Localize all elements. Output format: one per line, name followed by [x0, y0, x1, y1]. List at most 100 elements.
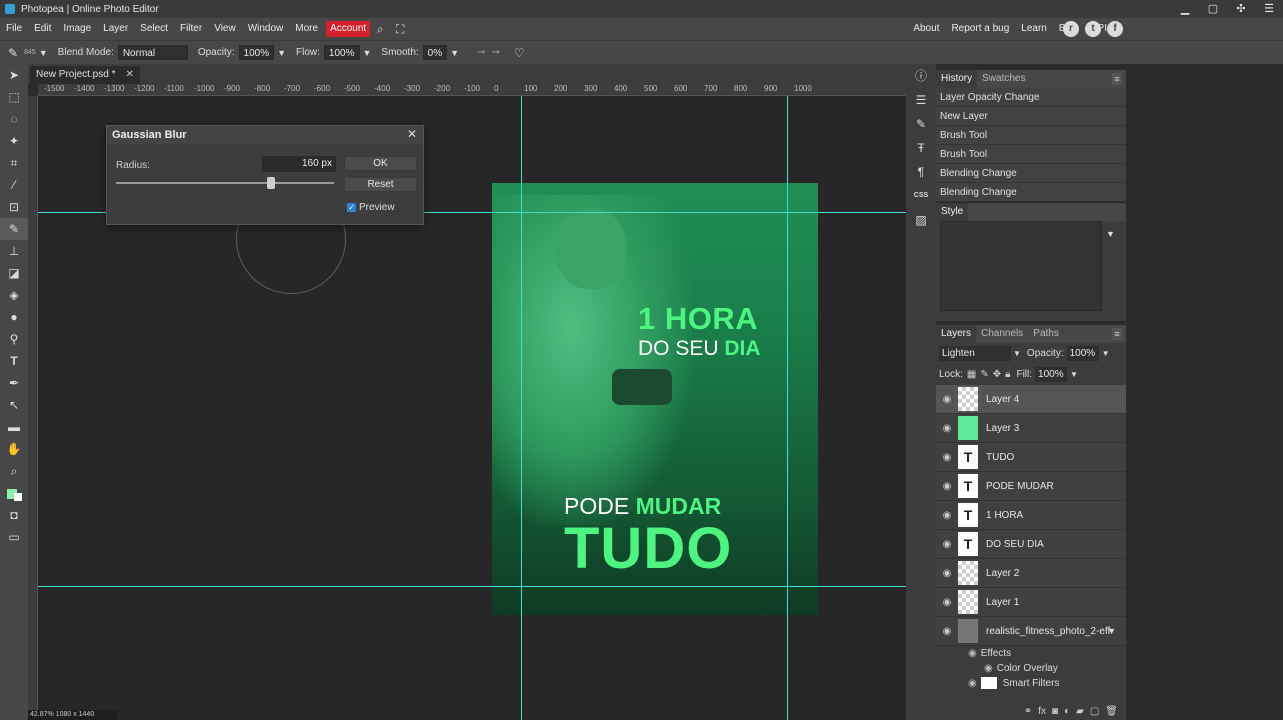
- panel-menu-icon[interactable]: ≡: [1112, 73, 1122, 85]
- history-item[interactable]: Brush Tool: [936, 145, 1126, 164]
- eyedropper-tool-icon[interactable]: ⁄: [0, 174, 28, 196]
- style-dropdown-caret-icon[interactable]: ▼: [1106, 229, 1115, 239]
- history-item[interactable]: Blending Change: [936, 183, 1126, 202]
- restore-icon[interactable]: ▢: [1199, 0, 1227, 18]
- delete-layer-icon[interactable]: 🗑︎: [1105, 704, 1118, 720]
- ruler-left[interactable]: [28, 96, 38, 720]
- layer-row-layer-4[interactable]: ◉ Layer 4: [936, 385, 1126, 414]
- tab-history[interactable]: History: [936, 70, 978, 88]
- pressure-opacity-icon[interactable]: ⊸: [477, 47, 485, 58]
- history-item[interactable]: Layer Opacity Change: [936, 88, 1126, 107]
- ok-button[interactable]: OK: [344, 156, 417, 171]
- brush-preset-caret-icon[interactable]: ▼: [39, 48, 48, 58]
- history-item[interactable]: Brush Tool: [936, 126, 1126, 145]
- marquee-tool-icon[interactable]: ⬚: [0, 86, 28, 108]
- color-swatches-icon[interactable]: [0, 482, 28, 504]
- paragraph-icon[interactable]: ¶: [906, 160, 936, 184]
- layer-blend-select[interactable]: Lighten: [939, 346, 1011, 361]
- brush-tool-icon-active[interactable]: ✎: [0, 218, 28, 240]
- extension-icon[interactable]: ✣: [1227, 0, 1255, 18]
- flow-input[interactable]: 100%: [323, 45, 360, 60]
- brush-settings-icon[interactable]: ✎: [906, 112, 936, 136]
- menu-report-bug[interactable]: Report a bug: [945, 18, 1015, 40]
- dodge-tool-icon[interactable]: ⚲: [0, 328, 28, 350]
- menu-about[interactable]: About: [907, 18, 945, 40]
- menu-file[interactable]: File: [0, 18, 28, 40]
- guide-horizontal-bottom[interactable]: [38, 586, 906, 587]
- eye-icon[interactable]: ◉: [968, 648, 977, 659]
- expand-effects-icon[interactable]: ▼: [1107, 626, 1116, 636]
- layer-opacity-caret-icon[interactable]: ▼: [1102, 349, 1110, 358]
- layer-mask-icon[interactable]: ◙: [1052, 704, 1058, 720]
- smooth-caret-icon[interactable]: ▼: [450, 48, 459, 58]
- reset-button[interactable]: Reset: [344, 177, 417, 192]
- magic-wand-tool-icon[interactable]: ✦: [0, 130, 28, 152]
- menu-learn[interactable]: Learn: [1015, 18, 1053, 40]
- checkmark-icon[interactable]: ✓: [347, 202, 356, 212]
- effects-row[interactable]: ◉ Effects: [936, 646, 1126, 661]
- path-select-tool-icon[interactable]: ↖: [0, 394, 28, 416]
- blur-tool-icon[interactable]: ●: [0, 306, 28, 328]
- shape-tool-icon[interactable]: ▬: [0, 416, 28, 438]
- tab-layers[interactable]: Layers: [936, 325, 977, 343]
- link-layers-icon[interactable]: ⚭: [1024, 704, 1032, 720]
- eye-icon[interactable]: ◉: [936, 510, 958, 521]
- layer-row-tudo[interactable]: ◉ T TUDO: [936, 443, 1126, 472]
- brush-size-readout[interactable]: 845: [24, 49, 36, 56]
- eye-icon[interactable]: ◉: [936, 452, 958, 463]
- blend-mode-select[interactable]: Normal: [117, 45, 188, 60]
- crop-tool-icon[interactable]: ⌗: [0, 152, 28, 174]
- adjustment-layer-icon[interactable]: ◐: [1064, 704, 1070, 720]
- eye-icon[interactable]: ◉: [984, 663, 993, 674]
- radius-slider-handle[interactable]: [266, 177, 275, 189]
- eye-icon[interactable]: ◉: [936, 423, 958, 434]
- lock-transparency-icon[interactable]: ▦: [967, 369, 976, 380]
- layer-row-fitness-photo[interactable]: ◉ realistic_fitness_photo_2-eff ▼: [936, 617, 1126, 646]
- screen-mode-icon[interactable]: ▭: [0, 526, 28, 548]
- menu-filter[interactable]: Filter: [174, 18, 208, 40]
- eraser-tool-icon[interactable]: ◪: [0, 262, 28, 284]
- brush-tool-icon[interactable]: ✎: [8, 46, 18, 60]
- menu-image[interactable]: Image: [57, 18, 97, 40]
- blend-caret-icon[interactable]: ▼: [1013, 349, 1021, 358]
- menu-window[interactable]: Window: [242, 18, 290, 40]
- layer-row-1-hora[interactable]: ◉ T 1 HORA: [936, 501, 1126, 530]
- preview-checkbox[interactable]: ✓ Preview: [347, 202, 395, 213]
- layer-row-layer-1[interactable]: ◉ Layer 1: [936, 588, 1126, 617]
- fill-tool-icon[interactable]: ◈: [0, 284, 28, 306]
- history-item[interactable]: Blending Change: [936, 164, 1126, 183]
- pressure-size-icon[interactable]: ⊸: [491, 47, 499, 58]
- eye-icon[interactable]: ◉: [936, 539, 958, 550]
- symmetry-heart-icon[interactable]: ♡: [514, 46, 525, 60]
- document-tab[interactable]: New Project.psd * ✕: [30, 66, 140, 84]
- menu-layer[interactable]: Layer: [97, 18, 134, 40]
- zoom-tool-icon[interactable]: ⌕: [0, 460, 28, 482]
- poster-artwork[interactable]: 1 HORA DO SEU DIA PODE MUDAR TUDO: [492, 183, 818, 615]
- eye-icon[interactable]: ◉: [936, 597, 958, 608]
- quick-mask-icon[interactable]: ◘: [0, 504, 28, 526]
- close-icon[interactable]: ✕: [407, 127, 417, 141]
- account-button[interactable]: Account: [326, 21, 371, 37]
- info-icon[interactable]: ⓘ: [906, 64, 936, 88]
- tab-style[interactable]: Style: [936, 203, 969, 221]
- guide-vertical-left[interactable]: [521, 96, 522, 720]
- opacity-caret-icon[interactable]: ▼: [277, 48, 286, 58]
- fill-caret-icon[interactable]: ▼: [1070, 370, 1078, 379]
- smooth-input[interactable]: 0%: [422, 45, 448, 60]
- lock-all-icon[interactable]: 🔒︎: [1005, 369, 1010, 380]
- panel-menu-icon[interactable]: ≡: [1112, 328, 1122, 340]
- smart-filters-row[interactable]: ◉ Smart Filters: [936, 676, 1126, 691]
- layer-row-pode-mudar[interactable]: ◉ T PODE MUDAR: [936, 472, 1126, 501]
- tab-channels[interactable]: Channels: [976, 325, 1028, 343]
- radius-input[interactable]: 160 px: [262, 156, 336, 172]
- style-preview-box[interactable]: [940, 221, 1102, 311]
- fullscreen-icon[interactable]: ⛶: [390, 22, 410, 37]
- character-icon[interactable]: Ŧ: [906, 136, 936, 160]
- new-group-icon[interactable]: ▰: [1076, 704, 1084, 720]
- lock-pixels-icon[interactable]: ✎: [980, 369, 988, 380]
- layer-effects-icon[interactable]: fx: [1038, 704, 1046, 720]
- lock-position-icon[interactable]: ✥: [993, 369, 1001, 380]
- history-item[interactable]: New Layer: [936, 107, 1126, 126]
- menu-view[interactable]: View: [208, 18, 242, 40]
- hand-tool-icon[interactable]: ✋: [0, 438, 28, 460]
